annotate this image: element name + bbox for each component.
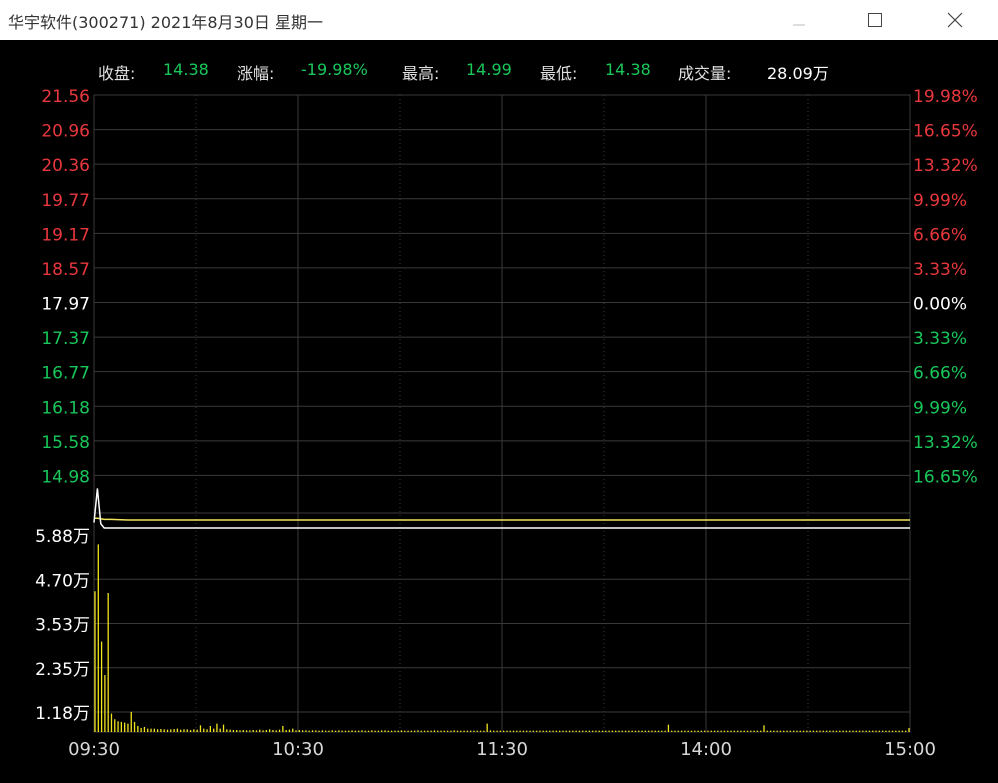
price-tick-label: 18.57 — [41, 260, 90, 280]
close-button[interactable] — [932, 0, 978, 40]
volume-value: 28.09万 — [767, 64, 829, 83]
low-label: 最低: — [540, 64, 578, 83]
minimize-button[interactable] — [776, 0, 822, 40]
price-tick-label: 19.77 — [41, 191, 90, 211]
volume-tick-label: 1.18万 — [35, 704, 90, 724]
chart-area: 21.56 19.98% 20.96 16.65% 20.36 13.32% 19.77 9.… — [0, 40, 998, 783]
low-value: 14.38 — [605, 60, 651, 79]
intraday-chart: 21.56 19.98% 20.96 16.65% 20.36 13.32% 19.77 9.… — [35, 87, 978, 760]
stats-bar: 收盘: 14.38 涨幅: -19.98% 最高: 14.99 最低: 14.3… — [0, 58, 998, 83]
percent-tick-label: 0.00% — [913, 295, 967, 315]
minimize-icon — [793, 24, 805, 26]
time-tick-label: 09:30 — [68, 739, 120, 760]
percent-tick-label: 6.66% — [913, 364, 967, 384]
price-tick-label: 17.37 — [41, 329, 90, 349]
change-value: -19.98% — [301, 60, 368, 79]
volume-tick-label: 2.35万 — [35, 660, 90, 680]
high-label: 最高: — [402, 64, 440, 83]
time-tick-label: 10:30 — [272, 739, 324, 760]
price-tick-label: 14.98 — [41, 467, 90, 487]
percent-tick-label: 13.32% — [913, 433, 978, 453]
percent-tick-label: 16.65% — [913, 467, 978, 487]
maximize-icon — [868, 13, 882, 27]
volume-tick-label: 4.70万 — [35, 571, 90, 591]
price-tick-label: 15.58 — [41, 433, 90, 453]
percent-tick-label: 19.98% — [913, 87, 978, 107]
close-value: 14.38 — [163, 60, 209, 79]
percent-tick-label: 16.65% — [913, 122, 978, 142]
price-tick-label: 17.97 — [41, 295, 90, 315]
price-tick-label: 21.56 — [41, 87, 90, 107]
change-label: 涨幅: — [237, 64, 275, 83]
percent-tick-label: 3.33% — [913, 329, 967, 349]
volume-tick-label: 3.53万 — [35, 616, 90, 636]
percent-tick-label: 9.99% — [913, 191, 967, 211]
percent-tick-label: 13.32% — [913, 156, 978, 176]
volume-label: 成交量: — [678, 64, 732, 83]
percent-tick-label: 3.33% — [913, 260, 967, 280]
price-tick-label: 19.17 — [41, 225, 90, 245]
title-bar: 华宇软件(300271) 2021年8月30日 星期一 — [0, 0, 998, 40]
close-icon — [947, 12, 963, 28]
window-title: 华宇软件(300271) 2021年8月30日 星期一 — [8, 13, 323, 32]
time-tick-label: 15:00 — [884, 739, 936, 760]
time-tick-label: 11:30 — [476, 739, 528, 760]
price-tick-label: 16.77 — [41, 364, 90, 384]
price-tick-label: 20.36 — [41, 156, 90, 176]
maximize-button[interactable] — [852, 0, 898, 40]
close-label: 收盘: — [98, 64, 136, 83]
percent-tick-label: 6.66% — [913, 225, 967, 245]
price-tick-label: 16.18 — [41, 398, 90, 418]
high-value: 14.99 — [466, 60, 512, 79]
percent-tick-label: 9.99% — [913, 398, 967, 418]
time-tick-label: 14:00 — [680, 739, 732, 760]
price-tick-label: 20.96 — [41, 122, 90, 142]
volume-tick-label: 5.88万 — [35, 527, 90, 547]
